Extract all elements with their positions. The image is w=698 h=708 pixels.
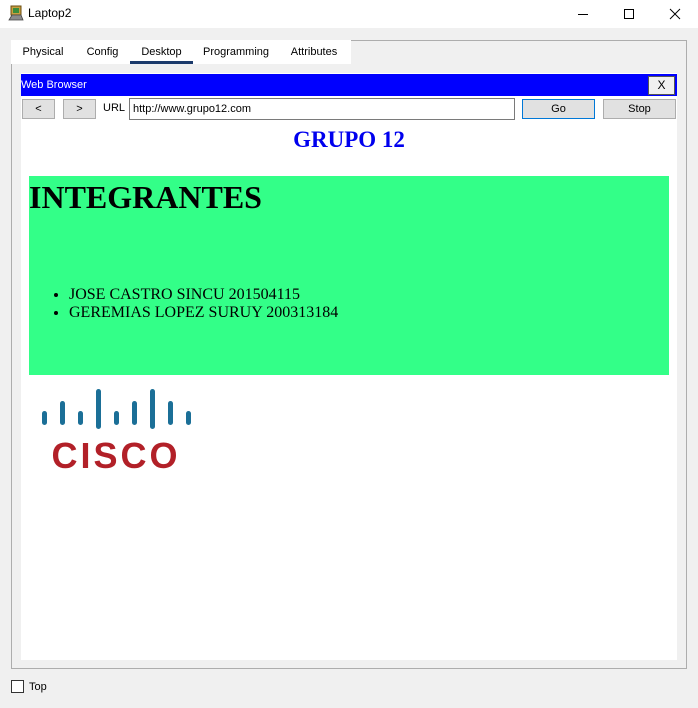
- go-button[interactable]: Go: [522, 99, 595, 119]
- close-icon: [669, 8, 681, 20]
- title-bar: Laptop2: [0, 0, 698, 28]
- members-section: INTEGRANTES JOSE CASTRO SINCU 201504115 …: [29, 176, 669, 375]
- members-list: JOSE CASTRO SINCU 201504115 GEREMIAS LOP…: [29, 286, 338, 322]
- url-input[interactable]: [129, 98, 515, 120]
- stop-button[interactable]: Stop: [603, 99, 676, 119]
- maximize-button[interactable]: [606, 0, 652, 28]
- web-browser-title: Web Browser: [21, 79, 87, 91]
- web-browser-close-button[interactable]: X: [648, 76, 675, 95]
- url-label: URL: [103, 102, 126, 114]
- back-button[interactable]: <: [22, 99, 55, 119]
- page-heading: GRUPO 12: [293, 127, 405, 152]
- tab-config[interactable]: Config: [75, 40, 130, 64]
- cisco-logo-text: CISCO: [51, 435, 180, 473]
- tab-physical[interactable]: Physical: [14, 40, 72, 64]
- list-item: GEREMIAS LOPEZ SURUY 200313184: [69, 304, 338, 322]
- top-label: Top: [29, 681, 47, 693]
- tab-attributes[interactable]: Attributes: [280, 40, 348, 64]
- window-title: Laptop2: [28, 6, 72, 20]
- close-button[interactable]: [652, 0, 698, 28]
- minimize-icon: [578, 14, 588, 15]
- tab-programming[interactable]: Programming: [196, 40, 276, 64]
- section-title: INTEGRANTES: [29, 179, 262, 215]
- cisco-logo: CISCO: [40, 385, 196, 476]
- list-item: JOSE CASTRO SINCU 201504115: [69, 286, 338, 304]
- cisco-logo-bars-icon: CISCO: [42, 389, 191, 476]
- tab-desktop[interactable]: Desktop: [130, 40, 193, 64]
- top-checkbox[interactable]: [11, 680, 24, 693]
- maximize-icon: [624, 9, 634, 19]
- laptop-app-icon: [8, 5, 24, 21]
- minimize-button[interactable]: [560, 0, 606, 28]
- web-browser-titlebar: [21, 74, 677, 96]
- forward-button[interactable]: >: [63, 99, 96, 119]
